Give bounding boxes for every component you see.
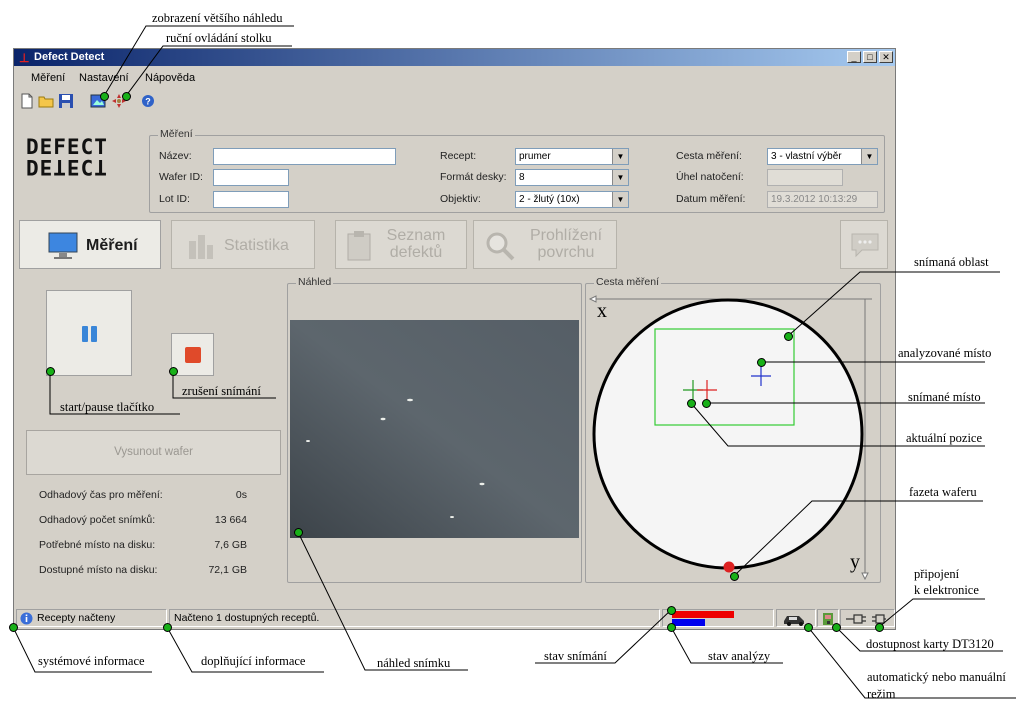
annotation-larger-preview: zobrazení většího náhledu	[152, 11, 283, 25]
annotation-additional-info: doplňující informace	[201, 654, 306, 668]
annotation-dot	[667, 623, 676, 632]
annotation-dot	[294, 528, 303, 537]
annotation-dot	[757, 358, 766, 367]
annotation-scanned-place: snímané místo	[908, 390, 981, 404]
annotation-analyzed-place: analyzované místo	[898, 346, 992, 360]
annotation-connection-line1: připojení	[914, 567, 960, 581]
annotation-dot	[702, 399, 711, 408]
annotation-dot	[122, 92, 131, 101]
annotation-lines	[12, 25, 1016, 699]
annotation-dot	[784, 332, 793, 341]
annotation-dot	[163, 623, 172, 632]
annotation-dot	[804, 623, 813, 632]
annotation-dot	[100, 92, 109, 101]
annotation-dot	[9, 623, 18, 632]
annotation-wafer-facet: fazeta waferu	[909, 485, 977, 499]
annotation-start-pause: start/pause tlačítko	[60, 400, 155, 414]
annotation-dot	[667, 606, 676, 615]
annotation-dot	[875, 623, 884, 632]
annotation-dot	[46, 367, 55, 376]
annotation-mode: automatický nebo manuální režim	[867, 669, 1006, 703]
annotation-connection: připojení k elektronice	[914, 566, 979, 598]
annotation-card-availability: dostupnost karty DT3120	[866, 637, 994, 651]
annotation-dot	[730, 572, 739, 581]
annotation-cancel-scan: zrušení snímání	[182, 384, 261, 398]
annotation-mode-line2: režim	[867, 687, 896, 701]
annotation-system-info: systémové informace	[38, 654, 145, 668]
annotation-dot	[832, 623, 841, 632]
annotation-analysis-state: stav analýzy	[708, 649, 771, 663]
annotation-current-position: aktuální pozice	[906, 431, 983, 445]
annotation-scan-state: stav snímání	[544, 649, 607, 663]
annotation-dot	[169, 367, 178, 376]
annotation-connection-line2: k elektronice	[914, 583, 979, 597]
annotation-dot	[687, 399, 696, 408]
annotation-mode-line1: automatický nebo manuální	[867, 670, 1006, 684]
annotation-scanned-area: snímaná oblast	[914, 255, 989, 269]
annotation-image-preview: náhled snímku	[377, 656, 451, 670]
annotation-manual-stage: ruční ovládání stolku	[166, 31, 272, 45]
